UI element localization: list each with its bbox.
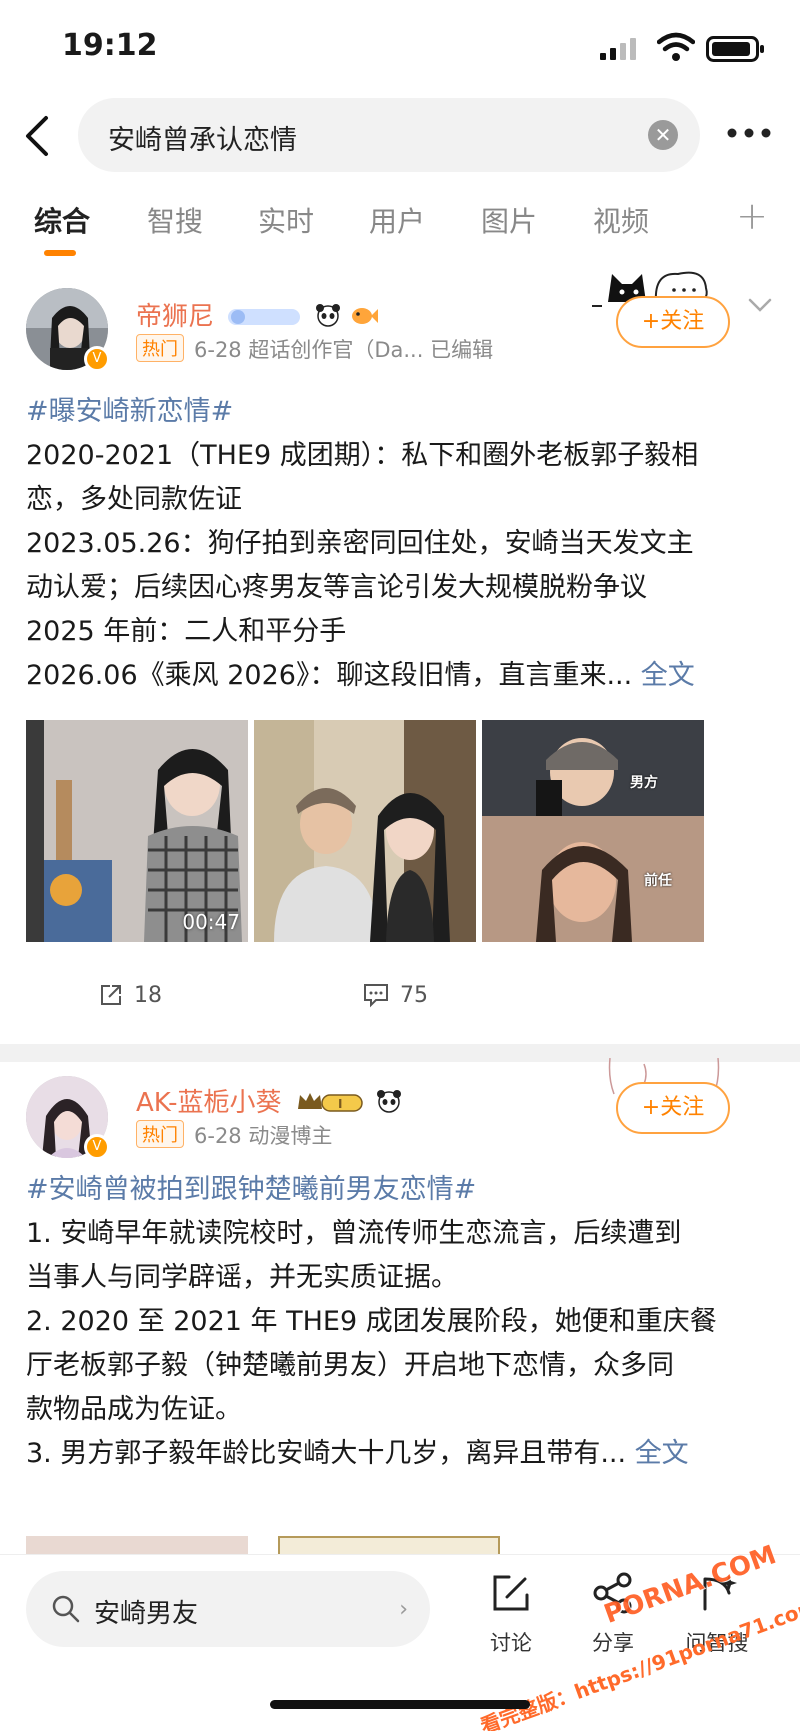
- full-text-link[interactable]: 全文: [641, 660, 695, 691]
- clear-icon[interactable]: ✕: [648, 120, 678, 150]
- post-line: 厅老板郭子毅（钟楚曦前男友）开启地下恋情，众多同: [26, 1350, 674, 1381]
- search-input[interactable]: 安崎曾承认恋情 ✕: [78, 98, 700, 172]
- full-text-link[interactable]: 全文: [635, 1438, 689, 1469]
- follow-button[interactable]: +关注: [616, 296, 730, 348]
- search-header: 安崎曾承认恋情 ✕: [0, 98, 800, 178]
- tab-active-indicator: [44, 250, 76, 256]
- edit-icon: [493, 1575, 529, 1611]
- image-label: 男方: [630, 775, 658, 791]
- verified-badge-icon: V: [84, 346, 110, 372]
- post-line: 2. 2020 至 2021 年 THE9 成团发展阶段，她便和重庆餐: [26, 1306, 717, 1337]
- comment-button[interactable]: 75: [362, 982, 428, 1008]
- tab-realtime[interactable]: 实时: [258, 200, 314, 240]
- post-image[interactable]: 男方 前任: [482, 720, 704, 942]
- signal-icon: [600, 38, 636, 60]
- crown-level-icon: I: [297, 1093, 363, 1112]
- search-tabs: 综合 智搜 实时 用户 图片 视频 +: [0, 194, 800, 260]
- video-thumbnail[interactable]: 00:47: [26, 720, 248, 942]
- post-line: 2023.05.26：狗仔拍到亲密同回住处，安崎当天发文主: [26, 528, 694, 559]
- tab-comprehensive[interactable]: 综合: [34, 200, 90, 240]
- back-icon[interactable]: [18, 114, 58, 158]
- hot-tag: 热门: [136, 334, 184, 362]
- search-icon: [52, 1595, 80, 1623]
- username-text: 帝狮尼: [136, 302, 215, 332]
- meta-text: 6-28 超话创作官（Da... 已编辑: [194, 338, 494, 362]
- post-image[interactable]: [278, 1536, 500, 1556]
- panda-icon: [315, 304, 340, 327]
- related-search-text: 安崎男友: [94, 1599, 199, 1629]
- post-actions: 18 75: [0, 970, 800, 1030]
- post-image[interactable]: [254, 720, 476, 942]
- post-card: V 帝狮尼 热门 6-28 超话创作官（Da... 已编辑 +关注 #曝安崎新恋…: [0, 271, 800, 1040]
- fish-icon: [351, 308, 378, 324]
- chevron-down-icon[interactable]: [748, 298, 772, 312]
- post-line: 当事人与同学辟谣，并无实质证据。: [26, 1262, 458, 1293]
- post-image[interactable]: [26, 1536, 248, 1556]
- username-text: AK-蓝栀小葵: [136, 1088, 282, 1118]
- hot-tag: 热门: [136, 1120, 184, 1148]
- level-badge-icon: [228, 309, 301, 325]
- wifi-icon: [657, 32, 695, 61]
- post-line: 2020-2021（THE9 成团期）：私下和圈外老板郭子毅相: [26, 440, 699, 471]
- svg-text:I: I: [338, 1097, 342, 1111]
- battery-icon: [706, 36, 764, 62]
- tab-videos[interactable]: 视频: [593, 200, 649, 240]
- image-label: 前任: [644, 873, 672, 889]
- repost-count: 18: [134, 983, 162, 1008]
- post-card: V AK-蓝栀小葵 I 热门 6-28 动漫博主 +关注 #安崎曾被拍到跟钟楚曦前…: [0, 1058, 800, 1556]
- panda-icon: [377, 1090, 402, 1113]
- post-line: 2025 年前：二人和平分手: [26, 616, 347, 647]
- comment-count: 75: [400, 983, 428, 1008]
- topic-link[interactable]: #安崎曾被拍到跟钟楚曦前男友恋情#: [26, 1174, 476, 1205]
- status-bar: 19:12: [0, 0, 800, 90]
- post-text: #曝安崎新恋情# 2020-2021（THE9 成团期）：私下和圈外老板郭子毅相…: [26, 390, 776, 698]
- username[interactable]: AK-蓝栀小葵 I: [136, 1082, 402, 1119]
- repost-button[interactable]: 18: [98, 982, 162, 1008]
- post-line: 款物品成为佐证。: [26, 1394, 242, 1425]
- post-meta: 热门 6-28 动漫博主: [136, 1120, 332, 1150]
- meta-text: 6-28 动漫博主: [194, 1124, 333, 1148]
- post-line: 1. 安崎早年就读院校时，曾流传师生恋流言，后续遭到: [26, 1218, 682, 1249]
- discuss-label: 讨论: [490, 1631, 532, 1655]
- add-tab-icon[interactable]: +: [736, 194, 768, 238]
- post-line: 3. 男方郭子毅年龄比安崎大十几岁，离异且带有...: [26, 1438, 627, 1469]
- comment-icon: [364, 984, 388, 1008]
- username[interactable]: 帝狮尼: [136, 296, 379, 333]
- related-search-button[interactable]: 安崎男友 ›: [26, 1571, 430, 1647]
- tab-smart-search[interactable]: 智搜: [147, 200, 203, 240]
- chevron-right-icon: ›: [399, 1597, 408, 1622]
- verified-badge-icon: V: [84, 1134, 110, 1160]
- more-icon[interactable]: [726, 126, 772, 140]
- home-indicator: [270, 1700, 530, 1709]
- post-line: 动认爱；后续因心疼男友等言论引发大规模脱粉争议: [26, 572, 647, 603]
- post-line: 2026.06《乘风 2026》：聊这段旧情，直言重来...: [26, 660, 633, 691]
- video-duration: 00:47: [182, 910, 240, 934]
- post-meta: 热门 6-28 超话创作官（Da... 已编辑: [136, 334, 493, 364]
- discuss-button[interactable]: 讨论: [466, 1571, 556, 1657]
- repost-icon: [101, 985, 121, 1005]
- tab-users[interactable]: 用户: [369, 200, 425, 240]
- tab-images[interactable]: 图片: [481, 200, 537, 240]
- status-time: 19:12: [62, 28, 158, 63]
- follow-button[interactable]: +关注: [616, 1082, 730, 1134]
- topic-link[interactable]: #曝安崎新恋情#: [26, 396, 233, 427]
- search-query: 安崎曾承认恋情: [108, 125, 297, 156]
- post-text: #安崎曾被拍到跟钟楚曦前男友恋情# 1. 安崎早年就读院校时，曾流传师生恋流言，…: [26, 1168, 776, 1476]
- post-line: 恋，多处同款佐证: [26, 484, 242, 515]
